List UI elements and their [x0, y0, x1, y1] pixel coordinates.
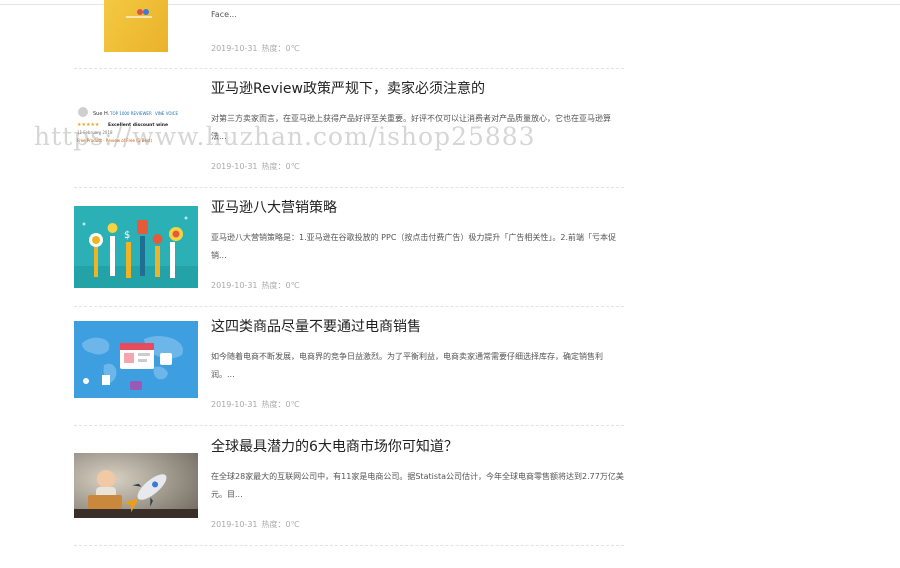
article-thumbnail[interactable]: Sue H. TOP 1000 REVIEWER VINE VOICE ★★★★…: [74, 106, 198, 188]
article-thumbnail[interactable]: [74, 321, 198, 398]
review-date: 11 February 2018: [77, 130, 113, 135]
article-item: Face... 2019-10-31 热度：0℃: [74, 0, 624, 69]
article-title[interactable]: 亚马逊八大营销策略: [211, 199, 631, 217]
article-date: 2019-10-31: [211, 400, 258, 409]
article-meta: 2019-10-31 热度：0℃: [211, 519, 304, 530]
article-item: 这四类商品尽量不要通过电商销售 如今随着电商不断发展，电商界的竞争日益激烈。为了…: [74, 307, 624, 426]
article-excerpt: 在全球28家最大的互联网公司中，有11家是电商公司。据Statista公司估计，…: [211, 472, 624, 499]
article-heat-label: 热度：: [261, 44, 286, 53]
review-vine: VINE VOICE: [155, 111, 178, 116]
article-heat-value: 0℃: [285, 281, 300, 290]
article-date: 2019-10-31: [211, 44, 258, 53]
article-date: 2019-10-31: [211, 162, 258, 171]
article-heat-label: 热度：: [261, 162, 286, 171]
article-item: $ 亚马逊八大营销策略 亚马逊八大营销策略是：1.亚马逊在谷歌投放的 PPC（按…: [74, 188, 624, 307]
article-excerpt: 对第三方卖家而言，在亚马逊上获得产品好评至关重要。好评不仅可以让消费者对产品质量…: [211, 114, 611, 141]
article-heat-label: 热度：: [261, 520, 286, 529]
article-excerpt: 亚马逊八大营销策略是：1.亚马逊在谷歌投放的 PPC（按点击付费广告）极力提升「…: [211, 233, 617, 260]
review-badge: TOP 1000 REVIEWER: [109, 111, 152, 116]
article-meta: 2019-10-31 热度：0℃: [211, 161, 304, 172]
review-rating-title: Excellent discount wine: [108, 122, 168, 128]
article-heat-label: 热度：: [261, 281, 286, 290]
ecommerce-map-image: [74, 321, 198, 398]
yellow-card-image: [104, 0, 168, 52]
article-meta: 2019-10-31 热度：0℃: [211, 399, 304, 410]
article-meta: 2019-10-31 热度：0℃: [211, 43, 304, 54]
article-title[interactable]: 这四类商品尽量不要通过电商销售: [211, 318, 631, 336]
article-thumbnail[interactable]: [74, 453, 198, 518]
review-screenshot-image: Sue H. TOP 1000 REVIEWER VINE VOICE ★★★★…: [74, 106, 198, 148]
article-heat-value: 0℃: [285, 400, 300, 409]
article-excerpt: Face...: [211, 10, 237, 19]
article-excerpt: 如今随着电商不断发展，电商界的竞争日益激烈。为了平衡利益，电商卖家通常需要仔细选…: [211, 352, 603, 379]
svg-text:★★★★★: ★★★★★: [77, 122, 100, 128]
article-date: 2019-10-31: [211, 281, 258, 290]
article-title[interactable]: 全球最具潜力的6大电商市场你可知道？: [211, 438, 631, 456]
next-article-title-partial[interactable]: …………………………: [211, 556, 611, 568]
rocket-laptop-image: [74, 453, 198, 518]
article-heat-value: 0℃: [285, 44, 300, 53]
article-thumbnail[interactable]: $: [74, 206, 198, 288]
article-item: 全球最具潜力的6大电商市场你可知道？ 在全球28家最大的互联网公司中，有11家是…: [74, 427, 624, 546]
article-meta: 2019-10-31 热度：0℃: [211, 280, 304, 291]
marketing-pencils-image: $: [74, 206, 198, 288]
article-divider: [74, 545, 624, 546]
article-heat-value: 0℃: [285, 520, 300, 529]
article-item: Sue H. TOP 1000 REVIEWER VINE VOICE ★★★★…: [74, 69, 624, 188]
article-title[interactable]: 亚马逊Review政策严规下，卖家必须注意的: [211, 80, 631, 98]
svg-text:$: $: [124, 230, 130, 241]
review-verified: Free Product · Review of Free (1 Best): [77, 138, 152, 143]
article-heat-label: 热度：: [261, 400, 286, 409]
article-divider: [74, 425, 624, 426]
article-heat-value: 0℃: [285, 162, 300, 171]
article-date: 2019-10-31: [211, 520, 258, 529]
review-reviewer: Sue H.: [93, 111, 110, 117]
article-thumbnail[interactable]: [74, 0, 198, 52]
